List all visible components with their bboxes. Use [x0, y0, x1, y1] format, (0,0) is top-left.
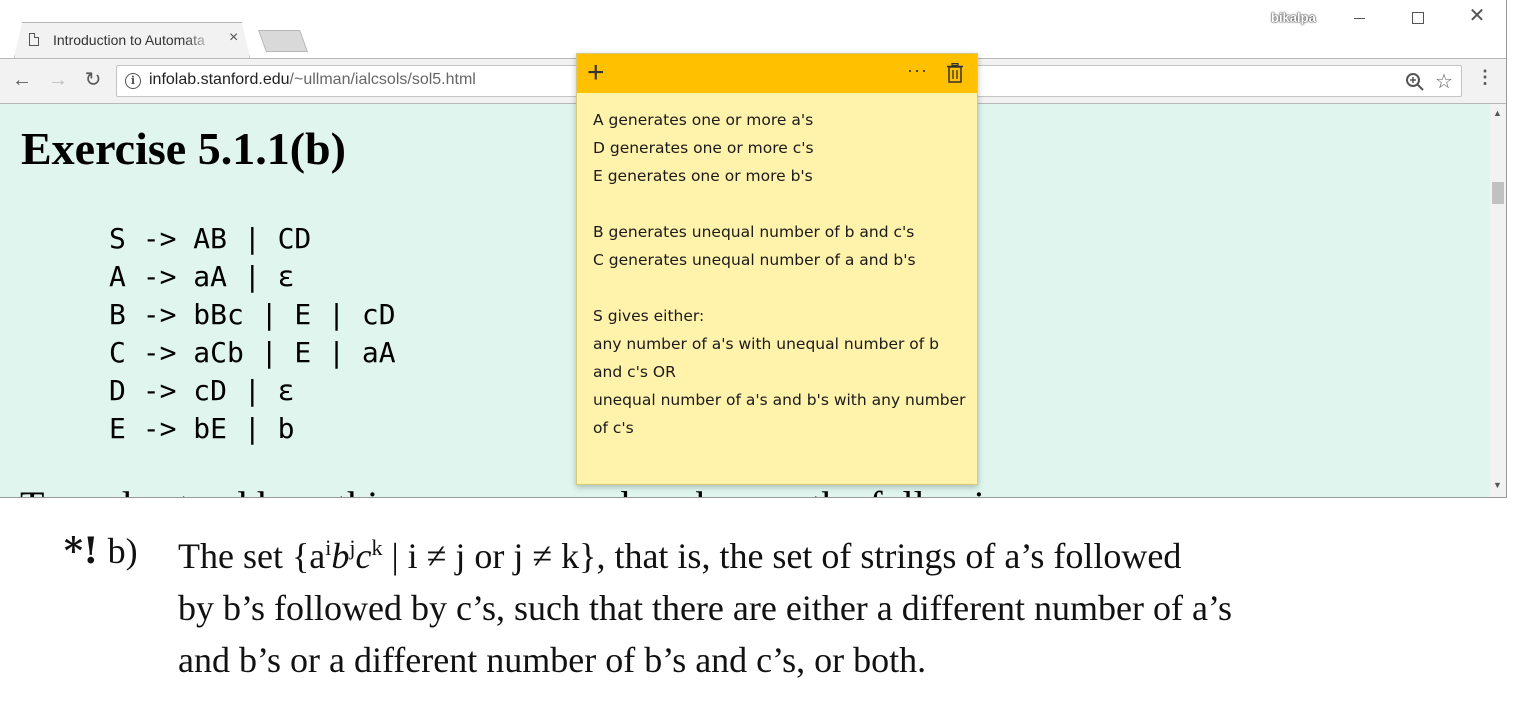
note-line: A generates one or more a's	[593, 111, 814, 129]
url-text[interactable]: infolab.stanford.edu/~ullman/ialcsols/so…	[149, 71, 476, 89]
exercise-line: and b’s or a different number of b’s and…	[178, 640, 927, 680]
forward-icon[interactable]: →	[45, 67, 71, 93]
scroll-down-icon[interactable]: ▼	[1493, 480, 1502, 490]
more-options-icon[interactable]: ···	[907, 60, 928, 81]
exercise-letter: b)	[107, 531, 138, 571]
note-line: any number of a's with unequal number of…	[593, 335, 939, 353]
note-line: E generates one or more b's	[593, 167, 813, 185]
tab-close-icon[interactable]: ×	[229, 29, 238, 47]
star-icon[interactable]: ☆	[1435, 69, 1453, 94]
grammar-rule: S -> AB | CD	[109, 222, 312, 255]
tab-title-fade	[185, 29, 215, 51]
sticky-note[interactable]: + ··· A generates one or more a's D gene…	[576, 53, 978, 485]
note-line: unequal number of a's and b's with any n…	[593, 391, 966, 409]
scroll-up-icon[interactable]: ▲	[1493, 108, 1502, 118]
exercise-label: *! b)	[64, 530, 138, 572]
note-line: B generates unequal number of b and c's	[593, 223, 915, 241]
note-line: S gives either:	[593, 307, 705, 325]
note-line	[593, 190, 971, 218]
note-line: C generates unequal number of a and b's	[593, 251, 916, 269]
title-bar: Introduction to Automata × bikalpa ✕	[0, 0, 1506, 58]
vertical-scrollbar[interactable]: ▲ ▼	[1490, 104, 1506, 497]
difficulty-marker: *!	[64, 530, 99, 572]
maximize-button[interactable]	[1398, 6, 1438, 30]
menu-icon[interactable]: ⋮	[1476, 67, 1494, 88]
reload-icon[interactable]: ↻	[80, 67, 106, 93]
textbook-excerpt: *! b) The set {aibjck | i ≠ j or j ≠ k},…	[0, 500, 1518, 708]
grammar-rule: C -> aCb | E | aA	[109, 336, 396, 369]
zoom-icon[interactable]	[1405, 72, 1425, 92]
url-path: /~ullman/ialcsols/sol5.html	[289, 71, 476, 88]
page-heading: Exercise 5.1.1(b)	[21, 123, 346, 174]
page-icon	[29, 33, 39, 46]
exercise-text: The set {aibjck | i ≠ j or j ≠ k}, that …	[178, 522, 1508, 686]
exercise-line: The set {aibjck | i ≠ j or j ≠ k}, that …	[178, 535, 1182, 576]
info-icon[interactable]: i	[125, 73, 141, 89]
note-line	[593, 274, 971, 302]
delete-note-icon[interactable]	[947, 63, 963, 83]
profile-name[interactable]: bikalpa	[1271, 10, 1316, 25]
grammar-rule: E -> bE | b	[109, 412, 295, 445]
scroll-thumb[interactable]	[1492, 182, 1504, 204]
exercise-line: by b’s followed by c’s, such that there …	[178, 588, 1232, 628]
set-suffix: | i ≠ j or j ≠ k}, that is, the set of s…	[382, 536, 1182, 576]
note-line: and c's OR	[593, 363, 676, 381]
sticky-note-header[interactable]: + ···	[577, 54, 977, 93]
active-tab[interactable]: Introduction to Automata ×	[14, 22, 250, 58]
sticky-note-text[interactable]: A generates one or more a's D generates …	[593, 106, 971, 442]
note-line: D generates one or more c's	[593, 139, 814, 157]
minimize-button[interactable]	[1340, 6, 1380, 30]
grammar-rules: S -> AB | CD A -> aA | ε B -> bBc | E | cD…	[109, 220, 396, 448]
note-line: of c's	[593, 419, 634, 437]
grammar-rule: B -> bBc | E | cD	[109, 298, 396, 331]
window-close-button[interactable]: ✕	[1457, 3, 1497, 27]
add-note-icon[interactable]: +	[587, 56, 605, 90]
grammar-rule: D -> cD | ε	[109, 374, 295, 407]
new-tab-button[interactable]	[257, 30, 309, 52]
grammar-rule: A -> aA | ε	[109, 260, 295, 293]
set-prefix: The set {a	[178, 536, 326, 576]
url-host: infolab.stanford.edu	[149, 71, 290, 88]
back-icon[interactable]: ←	[9, 67, 35, 93]
